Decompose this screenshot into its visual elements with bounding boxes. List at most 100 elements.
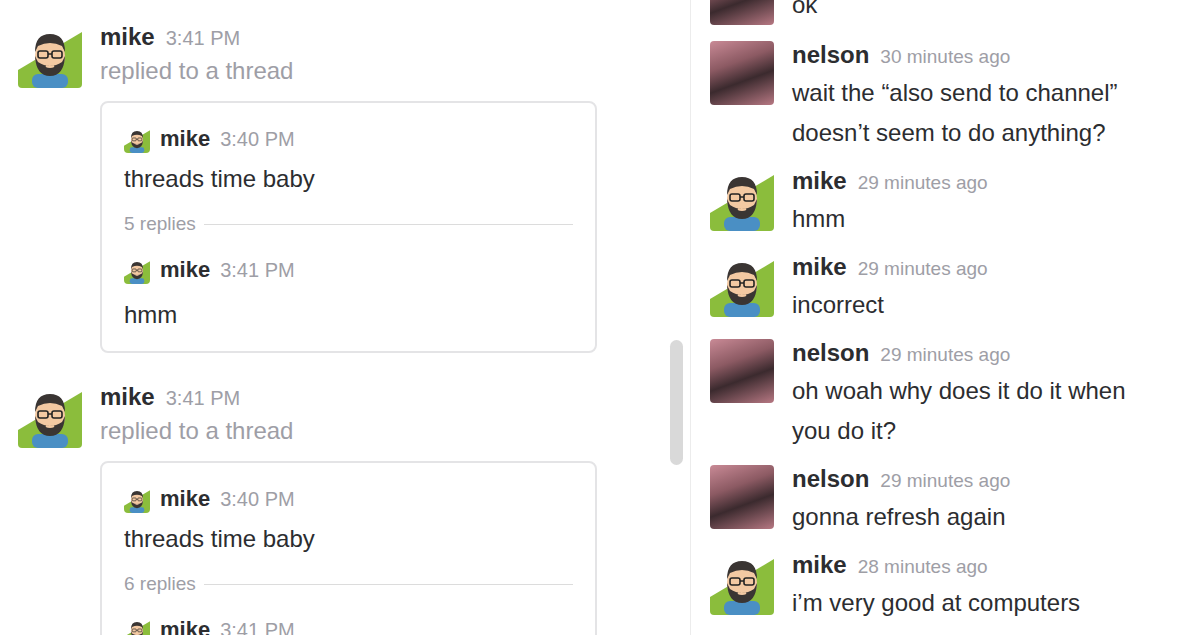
timestamp[interactable]: 29 minutes ago [880, 465, 1010, 497]
thread-activity: mike3:41 PMreplied to a threadmike3:40 P… [18, 22, 668, 353]
author-name[interactable]: nelson [792, 39, 869, 71]
message-header: mike 28 minutes ago [792, 549, 1170, 583]
channel-messages: ok nelson 30 minutes agowait the “also sen… [690, 0, 1200, 635]
author-name[interactable]: mike [100, 382, 155, 412]
timestamp[interactable]: 3:41 PM [166, 23, 240, 53]
message-body: nelson 30 minutes agowait the “also send … [792, 39, 1170, 153]
message-header: nelson 29 minutes ago [792, 463, 1170, 497]
thread-activity-pane: mike3:41 PMreplied to a threadmike3:40 P… [0, 0, 668, 635]
message-header: mike 3:41 PM [100, 382, 597, 413]
cartoon-avatar-icon [710, 253, 774, 317]
replies-divider [204, 584, 573, 585]
timestamp[interactable]: 30 minutes ago [880, 41, 1010, 73]
timestamp[interactable]: 3:41 PM [166, 383, 240, 413]
message-text: hmm [792, 199, 1170, 239]
author-name[interactable]: mike [160, 486, 210, 512]
user-avatar[interactable] [124, 487, 150, 513]
replies-divider [204, 224, 573, 225]
thread-activity: mike3:41 PMreplied to a threadmike3:40 P… [18, 382, 668, 635]
message-text: ok [792, 0, 1170, 25]
author-name[interactable]: mike [792, 165, 847, 197]
action-text: replied to a thread [100, 53, 597, 89]
message-row: nelson 29 minutes agooh woah why does it … [710, 337, 1170, 463]
cartoon-avatar-icon [124, 127, 150, 153]
reply-count[interactable]: 5 replies [124, 213, 196, 235]
message-row: nelson 30 minutes agowait the “also send … [710, 39, 1170, 165]
message-text: i’m very good at computers [792, 583, 1170, 623]
timestamp[interactable]: 29 minutes ago [858, 253, 988, 285]
message-row: mike 29 minutes agoincorrect [710, 251, 1170, 337]
thread-reply-author: mike 3:41 PM [124, 247, 573, 293]
message-row: ok [710, 0, 1170, 39]
cartoon-avatar-icon [710, 167, 774, 231]
replies-row[interactable]: 5 replies [124, 201, 573, 247]
author-name[interactable]: mike [160, 617, 210, 635]
replies-row[interactable]: 6 replies [124, 561, 573, 607]
message-header: mike 3:41 PM [100, 22, 597, 53]
author-name[interactable]: mike [100, 22, 155, 52]
author-name[interactable]: mike [792, 251, 847, 283]
reply-count[interactable]: 6 replies [124, 573, 196, 595]
timestamp: 3:41 PM [220, 619, 294, 635]
user-avatar[interactable] [710, 465, 774, 529]
message-text: incorrect [792, 285, 1170, 325]
message-text: gonna refresh again [792, 497, 1170, 537]
cartoon-avatar-icon [18, 384, 82, 448]
action-text: replied to a thread [100, 413, 597, 449]
user-avatar[interactable] [124, 258, 150, 284]
timestamp: 3:40 PM [220, 488, 294, 511]
scrollbar-track[interactable] [668, 0, 690, 635]
cartoon-avatar-icon [124, 487, 150, 513]
author-name[interactable]: mike [160, 257, 210, 283]
thread-card[interactable]: mike 3:40 PM threads time baby 6 replies mik… [100, 461, 597, 635]
cartoon-avatar-icon [18, 24, 82, 88]
cartoon-avatar-icon [124, 258, 150, 284]
message-header: mike 29 minutes ago [792, 165, 1170, 199]
user-avatar[interactable] [124, 127, 150, 153]
message-body: mike 29 minutes agoincorrect [792, 251, 1170, 325]
thread-activity-body: mike3:41 PMreplied to a threadmike3:40 P… [100, 22, 597, 353]
thread-parent-text: threads time baby [124, 157, 573, 201]
timestamp: 3:40 PM [220, 128, 294, 151]
photo-avatar-icon [710, 465, 774, 529]
message-body: nelson 29 minutes agooh woah why does it … [792, 337, 1170, 451]
photo-avatar-icon [710, 41, 774, 105]
user-avatar[interactable] [710, 339, 774, 403]
cartoon-avatar-icon [124, 618, 150, 635]
message-body: ok [792, 0, 1170, 25]
author-name[interactable]: nelson [792, 463, 869, 495]
message-body: mike 29 minutes agohmm [792, 165, 1170, 239]
message-row: nelson 29 minutes agogonna refresh again [710, 463, 1170, 549]
author-name[interactable]: mike [160, 126, 210, 152]
photo-avatar-icon [710, 0, 774, 25]
author-name[interactable]: mike [792, 549, 847, 581]
user-avatar[interactable] [710, 167, 774, 231]
slack-window: mike3:41 PMreplied to a threadmike3:40 P… [0, 0, 1200, 635]
thread-card[interactable]: mike 3:40 PM threads time baby 5 replies mik… [100, 101, 597, 353]
user-avatar[interactable] [710, 0, 774, 25]
user-avatar[interactable] [18, 384, 82, 448]
user-avatar[interactable] [710, 41, 774, 105]
scrollbar-thumb[interactable] [670, 340, 683, 465]
cartoon-avatar-icon [710, 551, 774, 615]
timestamp[interactable]: 28 minutes ago [858, 551, 988, 583]
thread-activity-body: mike3:41 PMreplied to a threadmike3:40 P… [100, 382, 597, 635]
timestamp: 3:41 PM [220, 259, 294, 282]
user-avatar[interactable] [124, 618, 150, 635]
user-avatar[interactable] [18, 24, 82, 88]
message-header: mike 29 minutes ago [792, 251, 1170, 285]
timestamp[interactable]: 29 minutes ago [880, 339, 1010, 371]
user-avatar[interactable] [710, 253, 774, 317]
message-row: mike 28 minutes agoi’m very good at compu… [710, 549, 1170, 635]
message-header: nelson 29 minutes ago [792, 337, 1170, 371]
author-name[interactable]: nelson [792, 337, 869, 369]
message-header: nelson 30 minutes ago [792, 39, 1170, 73]
thread-parent-author: mike 3:40 PM [124, 481, 573, 517]
thread-reply-author: mike 3:41 PM [124, 607, 573, 635]
message-text: oh woah why does it do it when you do it… [792, 371, 1170, 451]
timestamp[interactable]: 29 minutes ago [858, 167, 988, 199]
thread-parent-text: threads time baby [124, 517, 573, 561]
message-body: mike 28 minutes agoi’m very good at compu… [792, 549, 1170, 623]
user-avatar[interactable] [710, 551, 774, 615]
message-text: wait the “also send to channel” doesn’t … [792, 73, 1170, 153]
